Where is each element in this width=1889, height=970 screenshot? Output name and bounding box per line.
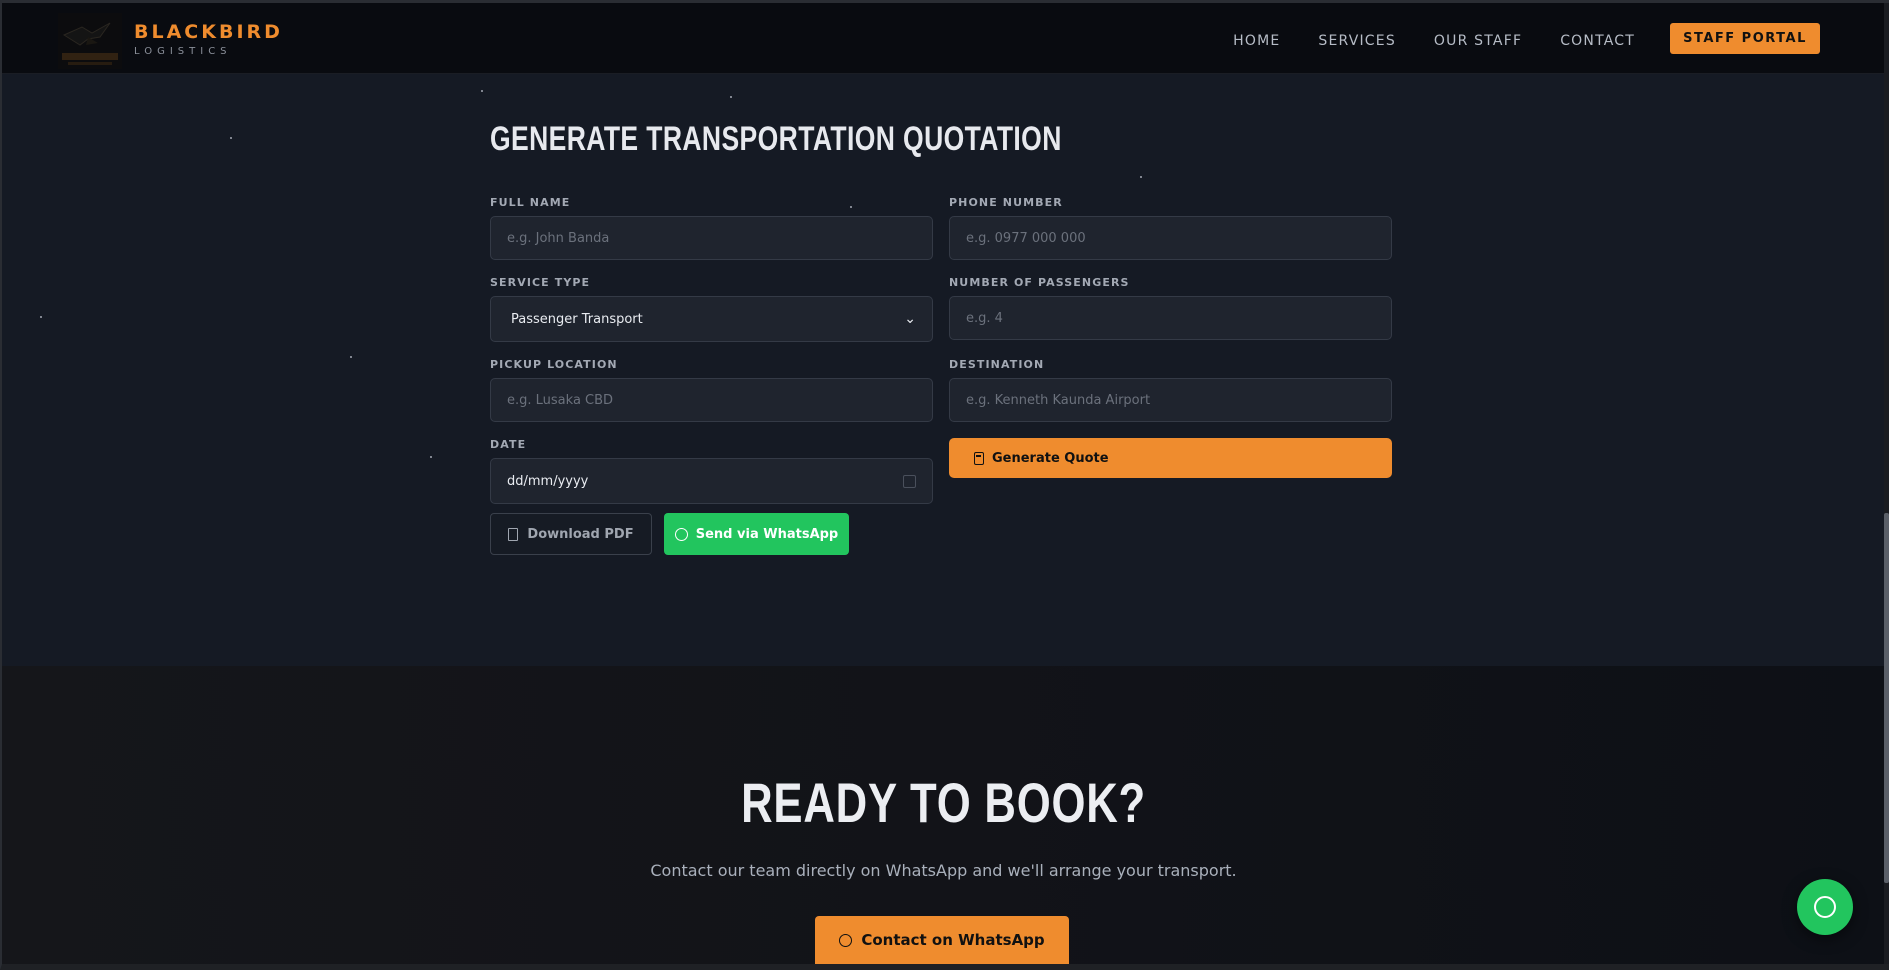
phone-input[interactable]: e.g. 0977 000 000 (949, 216, 1392, 260)
full-name-placeholder: e.g. John Banda (507, 230, 610, 246)
floating-whatsapp-button[interactable] (1797, 879, 1853, 935)
service-type-label: SERVICE TYPE (490, 276, 591, 289)
star-dot (730, 96, 732, 98)
send-whatsapp-button[interactable]: Send via WhatsApp (664, 513, 849, 555)
date-input[interactable]: dd/mm/yyyy (490, 458, 933, 504)
contact-whatsapp-label: Contact on WhatsApp (861, 931, 1045, 949)
book-title-text: READY TO BOOK? (741, 771, 1146, 834)
chevron-down-icon: ⌄ (904, 311, 916, 327)
service-type-select[interactable]: Passenger Transport ⌄ (490, 296, 933, 342)
phone-placeholder: e.g. 0977 000 000 (966, 230, 1086, 246)
star-dot (230, 137, 232, 139)
ready-to-book-section: READY TO BOOK? Contact our team directly… (2, 666, 1885, 964)
pdf-file-icon (508, 527, 519, 541)
pickup-placeholder: e.g. Lusaka CBD (507, 392, 614, 408)
quotation-section: GENERATE TRANSPORTATION QUOTATION FULL N… (2, 74, 1885, 666)
full-name-input[interactable]: e.g. John Banda (490, 216, 933, 260)
star-dot (430, 456, 432, 458)
pickup-label: PICKUP LOCATION (490, 358, 618, 371)
date-value: dd/mm/yyyy (507, 473, 589, 489)
generate-quote-button[interactable]: Generate Quote (949, 438, 1392, 478)
passengers-placeholder: e.g. 4 (966, 310, 1003, 326)
scrollbar-thumb[interactable] (1884, 513, 1889, 883)
staff-portal-button[interactable]: STAFF PORTAL (1670, 23, 1820, 54)
send-whatsapp-label: Send via WhatsApp (695, 526, 839, 542)
whatsapp-icon (1814, 896, 1836, 918)
phone-label: PHONE NUMBER (949, 196, 1063, 209)
brand: BLACKBIRD LOGISTICS (134, 21, 283, 57)
destination-input[interactable]: e.g. Kenneth Kaunda Airport (949, 378, 1392, 422)
top-navbar: BLACKBIRD LOGISTICS HOME SERVICES OUR ST… (2, 3, 1885, 74)
star-dot (1140, 176, 1142, 178)
passengers-input[interactable]: e.g. 4 (949, 296, 1392, 340)
generate-quote-label: Generate Quote (992, 450, 1109, 466)
star-dot (40, 316, 42, 318)
book-title: READY TO BOOK? (2, 770, 1885, 835)
page-scrollbar[interactable] (1884, 3, 1889, 964)
nav-our-staff[interactable]: OUR STAFF (1434, 33, 1522, 49)
star-dot (350, 356, 352, 358)
star-dot (850, 206, 852, 208)
brand-subtitle: LOGISTICS (134, 46, 232, 57)
blackbird-logo-icon[interactable] (58, 13, 122, 69)
download-pdf-button[interactable]: Download PDF (490, 513, 652, 555)
nav-contact[interactable]: CONTACT (1560, 33, 1635, 49)
passengers-label: NUMBER OF PASSENGERS (949, 276, 1130, 289)
calculator-icon (974, 451, 984, 465)
destination-label: DESTINATION (949, 358, 1045, 371)
destination-placeholder: e.g. Kenneth Kaunda Airport (966, 392, 1151, 408)
star-dot (481, 90, 483, 92)
full-name-label: FULL NAME (490, 196, 571, 209)
download-pdf-label: Download PDF (527, 526, 634, 542)
whatsapp-icon (674, 527, 688, 541)
service-type-value: Passenger Transport (511, 311, 643, 327)
nav-home[interactable]: HOME (1233, 33, 1280, 49)
nav-links: HOME SERVICES OUR STAFF CONTACT (1233, 33, 1635, 49)
contact-whatsapp-button[interactable]: Contact on WhatsApp (815, 916, 1069, 964)
nav-services[interactable]: SERVICES (1318, 33, 1396, 49)
whatsapp-icon (839, 933, 853, 947)
book-subtitle: Contact our team directly on WhatsApp an… (650, 861, 1237, 880)
brand-name: BLACKBIRD (134, 21, 283, 43)
date-label: DATE (490, 438, 527, 451)
calendar-icon[interactable] (903, 474, 916, 488)
pickup-input[interactable]: e.g. Lusaka CBD (490, 378, 933, 422)
quotation-title: GENERATE TRANSPORTATION QUOTATION (490, 120, 1062, 158)
